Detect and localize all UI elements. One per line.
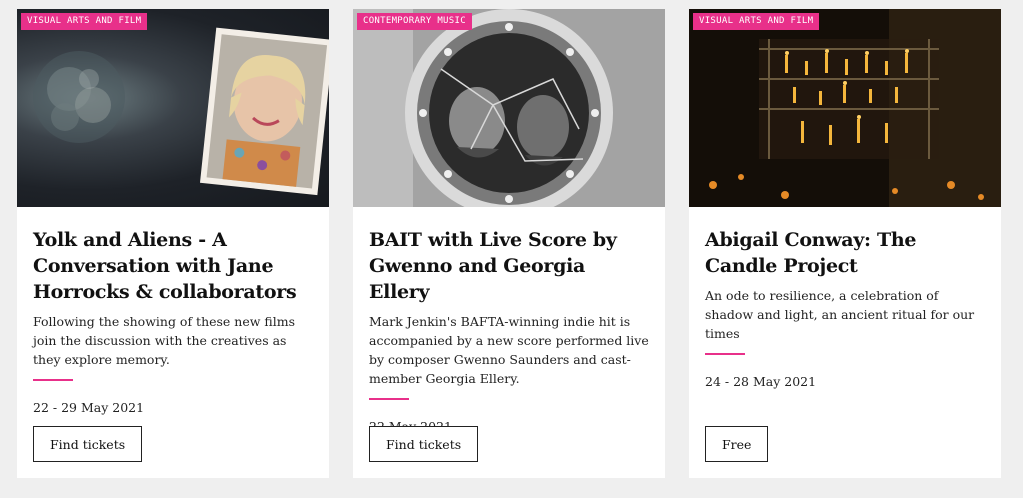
event-image[interactable]: VISUAL ARTS AND FILM — [689, 9, 1001, 207]
accent-divider — [369, 398, 409, 400]
event-title[interactable]: Abigail Conway: The Candle Project — [705, 227, 985, 279]
event-date: 24 - 28 May 2021 — [705, 374, 817, 389]
event-description: Following the showing of these new films… — [33, 314, 296, 367]
event-description: An ode to resilience, a celebration of s… — [705, 288, 975, 341]
free-ticket-button[interactable]: Free — [705, 426, 769, 462]
category-tag[interactable]: VISUAL ARTS AND FILM — [21, 13, 148, 30]
event-card-grid: VISUAL ARTS AND FILM Yolk and Aliens - A… — [0, 0, 1023, 498]
event-date: 22 - 29 May 2021 — [33, 400, 145, 415]
event-title[interactable]: BAIT with Live Score by Gwenno and Georg… — [369, 227, 649, 305]
find-tickets-button[interactable]: Find tickets — [369, 426, 479, 462]
event-card[interactable]: CONTEMPORARY MUSIC BAIT with Live Score … — [353, 9, 665, 478]
event-image[interactable]: CONTEMPORARY MUSIC — [353, 9, 665, 207]
event-title[interactable]: Yolk and Aliens - A Conversation with Ja… — [33, 227, 313, 305]
event-card[interactable]: VISUAL ARTS AND FILM Abigail Conway: The… — [689, 9, 1001, 478]
category-tag[interactable]: VISUAL ARTS AND FILM — [693, 13, 820, 30]
event-description: Mark Jenkin's BAFTA-winning indie hit is… — [369, 314, 649, 386]
yolk-aliens-artwork — [33, 27, 329, 196]
category-tag[interactable]: CONTEMPORARY MUSIC — [357, 13, 472, 30]
event-card[interactable]: VISUAL ARTS AND FILM Yolk and Aliens - A… — [17, 9, 329, 478]
event-image[interactable]: VISUAL ARTS AND FILM — [17, 9, 329, 207]
candle-project-artwork — [689, 9, 1001, 207]
bait-porthole-artwork — [353, 9, 665, 207]
find-tickets-button[interactable]: Find tickets — [33, 426, 143, 462]
accent-divider — [33, 379, 73, 381]
accent-divider — [705, 353, 745, 355]
